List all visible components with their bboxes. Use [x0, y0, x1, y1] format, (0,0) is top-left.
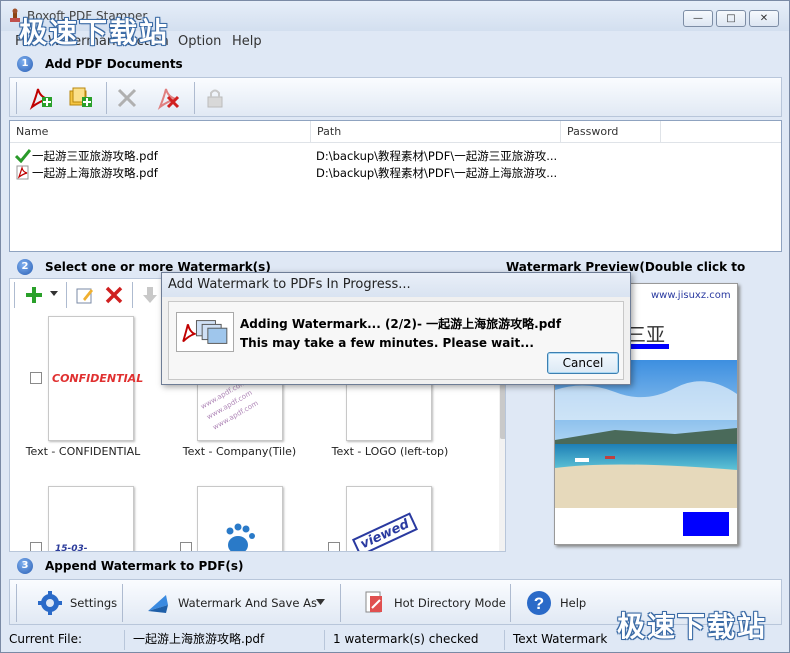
help-icon: ? — [527, 591, 551, 615]
status-current-file: 一起游上海旅游攻略.pdf — [125, 630, 325, 650]
step-badge: 2 — [17, 259, 33, 275]
hot-directory-label: Hot Directory Mode — [394, 596, 506, 610]
table-row[interactable]: 一起游上海旅游攻略.pdf D:\backup\教程素材\PDF\一起游上海旅游… — [10, 164, 781, 181]
help-button[interactable]: ? Help — [526, 590, 586, 616]
status-current-file-label: Current File: — [1, 630, 125, 650]
watermark-label: Text - Company(Tile) — [182, 445, 297, 458]
toolbar-divider — [106, 82, 107, 114]
pdf-stack-icon — [176, 312, 234, 352]
lock-icon[interactable] — [202, 85, 228, 111]
thumb-text: 15-03-0910:23:19 — [55, 544, 88, 552]
remove-icon[interactable] — [114, 85, 140, 111]
menu-option[interactable]: Option — [178, 34, 221, 49]
row-name: 一起游三亚旅游攻略.pdf — [32, 149, 158, 163]
watermark-label: Text - CONFIDENTIAL — [25, 445, 141, 458]
preview-heading: 三亚 — [627, 324, 666, 346]
preview-url: www.jisuxz.com — [651, 290, 731, 301]
preview-blue-block — [683, 512, 729, 536]
status-checked-count: 1 watermark(s) checked — [325, 630, 505, 650]
site-watermark-top: 极速下载站 — [19, 16, 170, 49]
site-watermark-bottom: 极速下载站 — [617, 610, 768, 643]
dialog-body: Adding Watermark... (2/2)- 一起游上海旅游攻略.pdf… — [168, 301, 624, 380]
progress-dialog: Add Watermark to PDFs In Progress... Add… — [161, 272, 631, 385]
row-name: 一起游上海旅游攻略.pdf — [32, 166, 158, 180]
section-add-header: 1 Add PDF Documents — [9, 53, 782, 75]
document-list: Name Path Password 一起游三亚旅游攻略.pdf D:\back… — [9, 120, 782, 252]
watermark-label: Text - LOGO (left-top) — [331, 445, 449, 458]
toolbar-divider — [132, 282, 133, 308]
remove-all-icon[interactable] — [156, 85, 182, 111]
preview-underline — [627, 344, 669, 349]
add-folder-icon[interactable] — [68, 85, 94, 111]
pdf-icon — [16, 165, 29, 180]
close-button[interactable]: ✕ — [749, 10, 779, 27]
toolbar-divider — [16, 584, 17, 622]
stamp-text: viewed — [351, 512, 418, 551]
thumb-text: CONFIDENTIAL — [52, 372, 144, 385]
app-window: Boxoft PDF Stamper — □ ✕ File Watermark … — [0, 0, 790, 653]
settings-label: Settings — [70, 596, 118, 610]
delete-icon[interactable] — [104, 285, 124, 305]
dialog-progress-text: Adding Watermark... (2/2)- 一起游上海旅游攻略.pdf — [240, 317, 562, 331]
toolbar-divider — [194, 82, 195, 114]
watermark-save-button[interactable]: Watermark And Save As — [146, 590, 317, 616]
section-title: Append Watermark to PDF(s) — [45, 559, 244, 573]
gear-icon — [38, 591, 62, 615]
watermark-thumb-footprint[interactable] — [197, 486, 283, 551]
toolbar-divider — [16, 82, 17, 114]
minimize-button[interactable]: — — [683, 10, 713, 27]
chevron-down-icon[interactable] — [316, 599, 325, 606]
section-title: Add PDF Documents — [45, 57, 183, 71]
watermark-checkbox[interactable] — [30, 372, 42, 384]
footprint-icon — [226, 523, 255, 551]
step-badge: 3 — [17, 558, 33, 574]
window-controls: — □ ✕ — [683, 10, 779, 27]
table-row[interactable]: 一起游三亚旅游攻略.pdf D:\backup\教程素材\PDF\一起游三亚旅游… — [10, 147, 781, 164]
column-header-path[interactable]: Path — [311, 121, 561, 143]
toolbar-divider — [66, 282, 67, 308]
cancel-button[interactable]: Cancel — [547, 352, 619, 374]
watermark-save-label: Watermark And Save As — [178, 596, 317, 610]
edit-icon[interactable] — [75, 285, 95, 305]
toolbar-divider — [510, 584, 511, 622]
hot-directory-button[interactable]: Hot Directory Mode — [362, 590, 506, 616]
dialog-title: Add Watermark to PDFs In Progress... — [162, 273, 630, 297]
chevron-down-icon[interactable] — [50, 291, 58, 297]
watermark-checkbox[interactable] — [30, 542, 42, 551]
gallery-scroll-thumb[interactable] — [500, 384, 505, 439]
settings-button[interactable]: Settings — [38, 590, 117, 616]
add-pdf-icon[interactable] — [28, 85, 54, 111]
plus-icon[interactable] — [24, 285, 44, 305]
add-toolbar — [9, 77, 782, 117]
step-badge: 1 — [17, 56, 33, 72]
watermark-thumb-datetime[interactable]: 15-03-0910:23:19 — [48, 486, 134, 552]
watermark-checkbox[interactable] — [180, 542, 192, 551]
menu-help[interactable]: Help — [232, 34, 262, 49]
watermark-checkbox[interactable] — [328, 542, 340, 551]
section-append-header: 3 Append Watermark to PDF(s) — [9, 555, 782, 577]
dialog-wait-text: This may take a few minutes. Please wait… — [240, 336, 534, 350]
column-header-empty — [661, 121, 781, 143]
toolbar-divider — [14, 282, 15, 308]
row-path: D:\backup\教程素材\PDF\一起游上海旅游攻... — [316, 166, 558, 180]
column-header-name[interactable]: Name — [10, 121, 311, 143]
tile-text: www.apdf.com www.apdf.com www.apdf.com — [198, 377, 260, 434]
row-path: D:\backup\教程素材\PDF\一起游三亚旅游攻... — [316, 149, 558, 163]
watermark-thumb-reviewed[interactable]: viewed — [346, 486, 432, 551]
column-header-password[interactable]: Password — [561, 121, 661, 143]
hot-directory-icon — [365, 591, 382, 613]
toolbar-divider — [340, 584, 341, 622]
arrow-down-icon[interactable] — [140, 285, 160, 305]
check-icon — [15, 149, 31, 163]
svg-text:?: ? — [534, 594, 544, 613]
help-label: Help — [560, 596, 587, 610]
toolbar-divider — [122, 584, 123, 622]
maximize-button[interactable]: □ — [716, 10, 746, 27]
watermark-thumb-confidential[interactable]: CONFIDENTIAL — [48, 316, 143, 441]
watermark-save-icon — [148, 595, 168, 613]
